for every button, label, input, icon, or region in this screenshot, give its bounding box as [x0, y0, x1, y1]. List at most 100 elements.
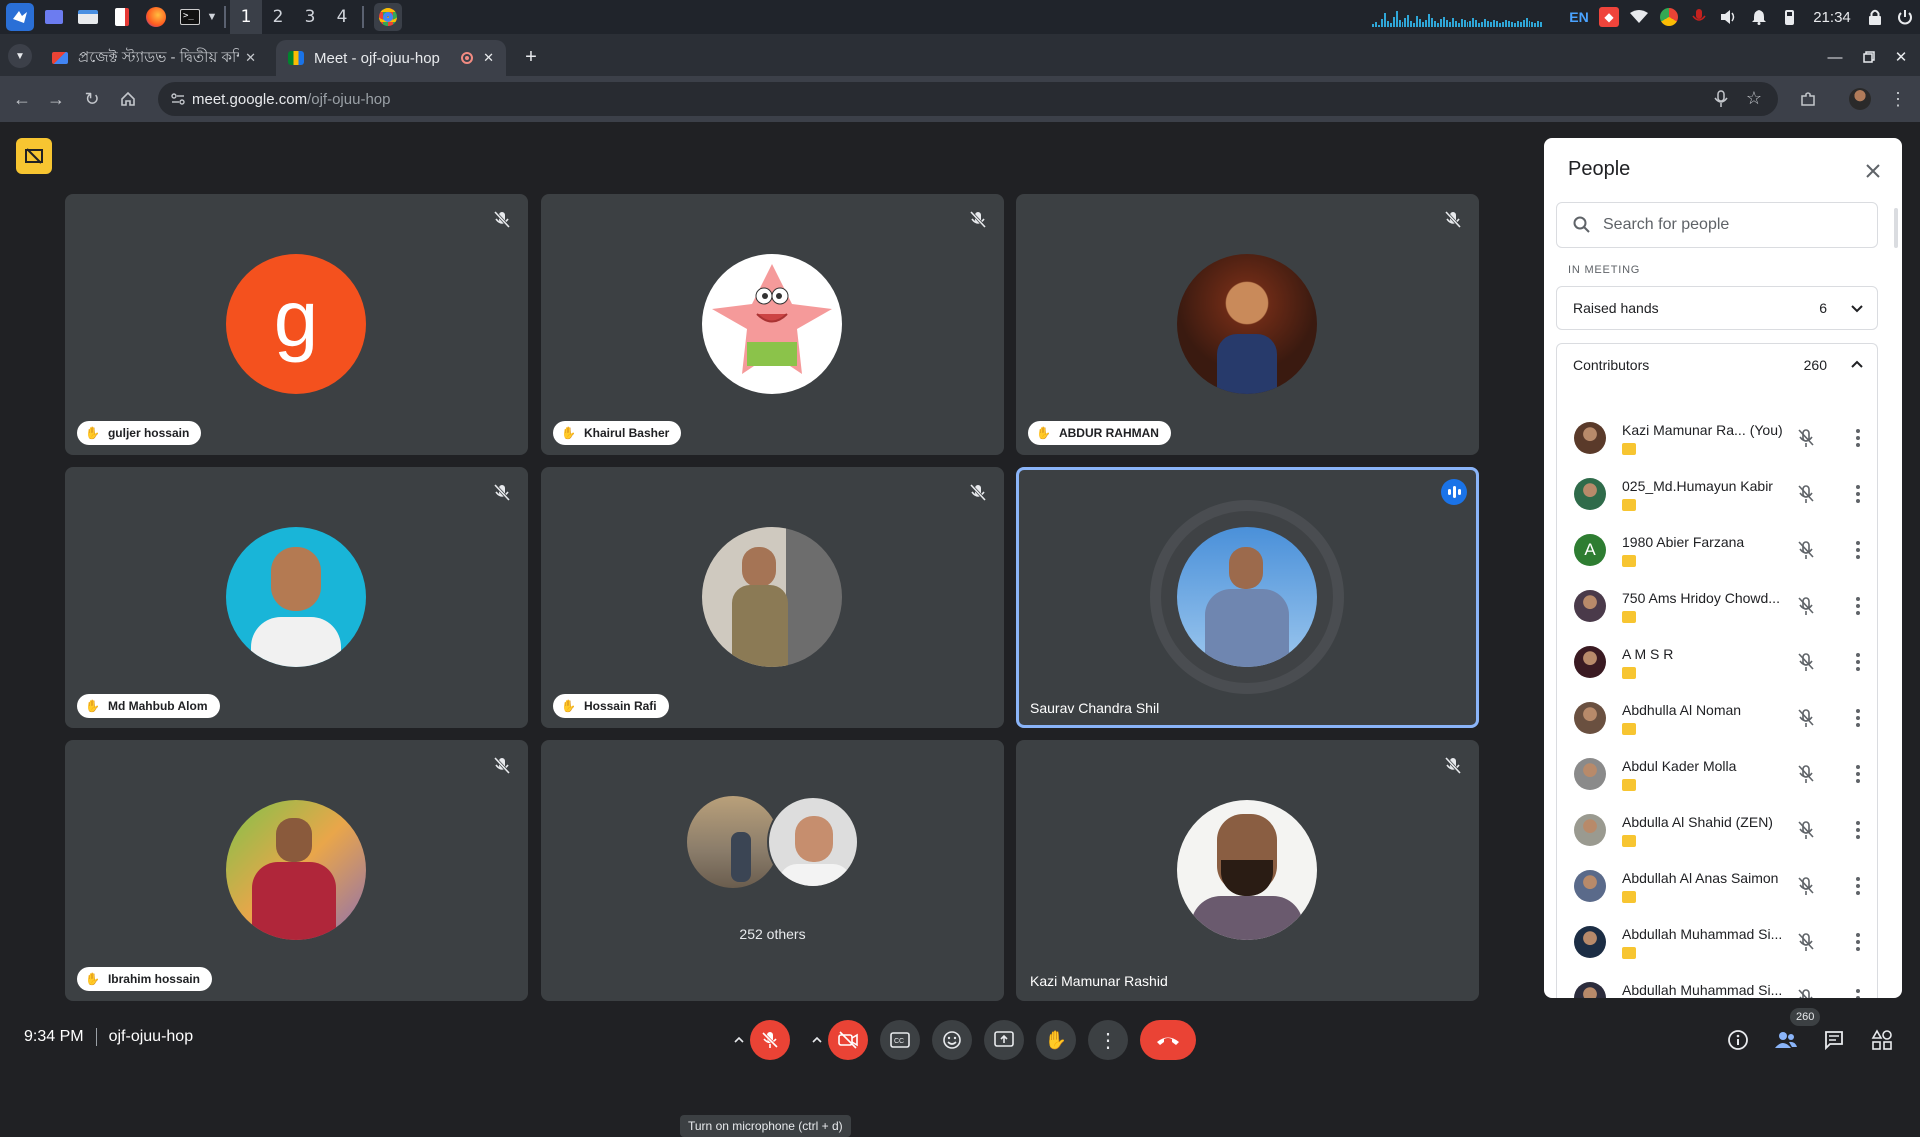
mic-off-icon[interactable] [1794, 650, 1818, 674]
mic-off-icon[interactable] [1794, 762, 1818, 786]
forward-icon[interactable]: → [40, 83, 72, 115]
language-indicator[interactable]: EN [1564, 0, 1594, 34]
bookmark-star-icon[interactable]: ☆ [1746, 88, 1762, 109]
app-launcher-icon[interactable] [6, 3, 34, 31]
participant-tile[interactable]: ✋ Ibrahim hossain [65, 740, 528, 1001]
list-item[interactable]: A 1980 Abier Farzana [1556, 522, 1878, 578]
present-screen-button[interactable] [984, 1020, 1024, 1060]
profile-avatar[interactable] [1844, 83, 1876, 115]
wifi-icon[interactable] [1624, 0, 1654, 34]
browser-menu-icon[interactable]: ⋮ [1882, 83, 1914, 115]
others-tile[interactable]: 252 others [541, 740, 1004, 1001]
workspace-4[interactable]: 4 [326, 0, 358, 34]
chrome-window-icon[interactable] [374, 3, 402, 31]
new-tab-button[interactable]: + [520, 46, 542, 68]
reactions-button[interactable] [932, 1020, 972, 1060]
activities-button[interactable] [1866, 1024, 1898, 1056]
more-vert-icon[interactable] [1846, 426, 1870, 450]
more-options-button[interactable]: ⋮ [1088, 1020, 1128, 1060]
list-item[interactable]: Abdullah Muhammad Si... [1556, 914, 1878, 970]
leave-call-button[interactable] [1140, 1020, 1196, 1060]
raise-hand-button[interactable]: ✋ [1036, 1020, 1076, 1060]
site-settings-icon[interactable] [170, 91, 186, 107]
video-options-chevron-up-icon[interactable] [806, 1028, 828, 1052]
participant-tile[interactable]: ✋ Khairul Basher [541, 194, 1004, 455]
extensions-icon[interactable] [1792, 83, 1824, 115]
mic-off-icon[interactable] [1794, 482, 1818, 506]
more-vert-icon[interactable] [1846, 818, 1870, 842]
participant-tile[interactable]: g ✋ guljer hossain [65, 194, 528, 455]
mic-off-icon[interactable] [1794, 930, 1818, 954]
anydesk-icon[interactable]: ◆ [1594, 0, 1624, 34]
minimize-icon[interactable]: — [1824, 46, 1846, 68]
desktop-icon[interactable] [40, 3, 68, 31]
more-vert-icon[interactable] [1846, 986, 1870, 998]
list-item[interactable]: Abdulla Al Shahid (ZEN) [1556, 802, 1878, 858]
raised-hands-group[interactable]: Raised hands 6 [1556, 286, 1878, 330]
more-vert-icon[interactable] [1846, 482, 1870, 506]
chat-button[interactable] [1818, 1024, 1850, 1056]
power-icon[interactable] [1890, 0, 1920, 34]
microphone-toggle-button[interactable] [750, 1020, 790, 1060]
tab-gmail[interactable]: প্রজেক্ট স্ট্যাডভ - দ্বিতীয় কম্পিউটার ল… [40, 40, 268, 76]
terminal-icon[interactable]: >_ [176, 3, 204, 31]
participant-tile-speaking[interactable]: Saurav Chandra Shil [1016, 467, 1479, 728]
volume-icon[interactable] [1714, 0, 1744, 34]
chrome-tray-icon[interactable] [1654, 0, 1684, 34]
mic-off-icon[interactable] [1794, 874, 1818, 898]
chevron-down-icon[interactable]: ▼ [204, 3, 220, 31]
meeting-details-button[interactable] [1722, 1024, 1754, 1056]
close-icon[interactable]: ✕ [483, 50, 494, 66]
file-manager-icon[interactable] [74, 3, 102, 31]
list-item[interactable]: 025_Md.Humayun Kabir [1556, 466, 1878, 522]
document-viewer-icon[interactable] [108, 3, 136, 31]
participant-tile[interactable]: ✋ ABDUR RAHMAN [1016, 194, 1479, 455]
chevron-down-icon[interactable] [1849, 300, 1865, 316]
microphone-icon[interactable] [1714, 90, 1728, 113]
clock[interactable]: 21:34 [1804, 0, 1860, 34]
microphone-off-icon[interactable] [1684, 0, 1714, 34]
list-item[interactable]: 750 Ams Hridoy Chowd... [1556, 578, 1878, 634]
battery-icon[interactable] [1774, 0, 1804, 34]
captions-button[interactable]: CC [880, 1020, 920, 1060]
captions-notice-icon[interactable] [16, 138, 52, 174]
participant-tile[interactable]: ✋ Md Mahbub Alom [65, 467, 528, 728]
camera-toggle-button[interactable] [828, 1020, 868, 1060]
close-icon[interactable]: ✕ [245, 50, 256, 66]
close-window-icon[interactable]: ✕ [1890, 46, 1912, 68]
mic-off-icon[interactable] [1794, 538, 1818, 562]
mic-off-icon[interactable] [1794, 706, 1818, 730]
reload-icon[interactable]: ↻ [76, 83, 108, 115]
scrollbar[interactable] [1894, 208, 1898, 248]
tab-search-icon[interactable]: ▼ [8, 44, 32, 68]
audio-options-chevron-up-icon[interactable] [728, 1028, 750, 1052]
more-vert-icon[interactable] [1846, 538, 1870, 562]
list-item[interactable]: Kazi Mamunar Ra... (You) [1556, 410, 1878, 466]
more-vert-icon[interactable] [1846, 874, 1870, 898]
participant-tile[interactable]: ✋ Hossain Rafi [541, 467, 1004, 728]
tab-meet[interactable]: Meet - ojf-ojuu-hop ✕ [276, 40, 506, 76]
back-icon[interactable]: ← [6, 83, 38, 115]
mic-off-icon[interactable] [1794, 818, 1818, 842]
mic-off-icon[interactable] [1794, 986, 1818, 998]
lock-icon[interactable] [1860, 0, 1890, 34]
people-button[interactable] [1770, 1024, 1802, 1056]
workspace-1[interactable]: 1 [230, 0, 262, 34]
mic-off-icon[interactable] [1794, 594, 1818, 618]
list-item[interactable]: A M S R [1556, 634, 1878, 690]
participant-tile[interactable]: Kazi Mamunar Rashid [1016, 740, 1479, 1001]
more-vert-icon[interactable] [1846, 762, 1870, 786]
list-item[interactable]: Abdullah Muhammad Si... [1556, 970, 1878, 998]
more-vert-icon[interactable] [1846, 650, 1870, 674]
search-field[interactable] [1556, 202, 1878, 248]
workspace-2[interactable]: 2 [262, 0, 294, 34]
workspace-3[interactable]: 3 [294, 0, 326, 34]
mic-off-icon[interactable] [1794, 426, 1818, 450]
restore-icon[interactable] [1858, 46, 1880, 68]
more-vert-icon[interactable] [1846, 594, 1870, 618]
search-input[interactable] [1603, 216, 1843, 234]
notification-bell-icon[interactable] [1744, 0, 1774, 34]
list-item[interactable]: Abdullah Al Anas Saimon [1556, 858, 1878, 914]
chevron-up-icon[interactable] [1849, 357, 1865, 373]
more-vert-icon[interactable] [1846, 706, 1870, 730]
